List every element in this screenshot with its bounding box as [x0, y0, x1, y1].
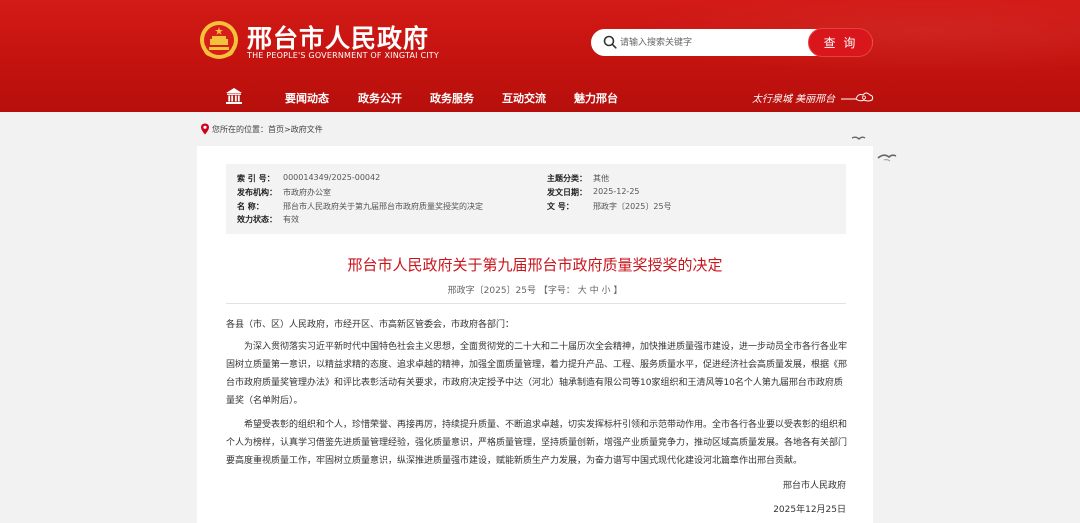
nav-item-news[interactable]: 要闻动态	[285, 90, 329, 106]
document-title: 邢台市人民政府关于第九届邢台市政府质量奖授奖的决定	[347, 256, 723, 274]
meta-name-label: 名 称：	[237, 202, 264, 211]
meta-name-value: 邢台市人民政府关于第九届邢台市政府质量奖授奖的决定	[283, 202, 483, 211]
document-sign-date: 2025年12月25日	[773, 505, 846, 515]
document-salutation: 各县（市、区）人民政府，市经开区、市高新区管委会，市政府各部门：	[226, 320, 515, 330]
cloud-ornament-icon	[841, 92, 874, 102]
search-icon	[603, 35, 617, 49]
home-icon[interactable]	[225, 87, 243, 105]
meta-status-label: 效力状态：	[237, 215, 277, 224]
city-slogan: 太行泉城 美丽邢台	[752, 94, 836, 105]
meta-org-value: 市政府办公室	[283, 188, 331, 197]
national-emblem-icon	[200, 21, 238, 59]
nav-item-charm-xingtai[interactable]: 魅力邢台	[574, 90, 618, 106]
site-title[interactable]: 邢台市人民政府	[247, 19, 429, 55]
meta-status-value: 有效	[283, 215, 299, 224]
divider	[226, 303, 846, 304]
meta-index-label: 索 引 号：	[237, 174, 275, 183]
meta-docno-value: 邢政字〔2025〕25号	[593, 202, 672, 211]
breadcrumb: 您所在的位置：首页>政府文件	[212, 124, 323, 135]
bird-decoration-icon	[851, 136, 897, 162]
breadcrumb-prefix: 您所在的位置：	[212, 125, 268, 134]
nav-item-public-affairs[interactable]: 政务公开	[358, 90, 402, 106]
search-input[interactable]	[620, 32, 800, 53]
search-button[interactable]: 查 询	[808, 28, 873, 57]
meta-category-value: 其他	[593, 174, 609, 183]
meta-category-label: 主题分类：	[547, 174, 587, 183]
document-paragraph-2: 希望受表彰的组织和个人，珍惜荣誉、再接再厉，持续提升质量、不断追求卓越，切实发挥…	[226, 420, 848, 466]
document-number-line: 邢政字〔2025〕25号 【字号： 大 中 小 】	[447, 286, 623, 296]
nav-item-services[interactable]: 政务服务	[430, 90, 474, 106]
meta-org-label: 发布机构：	[237, 188, 277, 197]
meta-date-value: 2025-12-25	[593, 187, 640, 196]
meta-docno-label: 文 号：	[547, 202, 574, 211]
document-signer: 邢台市人民政府	[782, 481, 846, 491]
meta-date-label: 发文日期：	[547, 188, 587, 197]
document-paragraph-1: 为深入贯彻落实习近平新时代中国特色社会主义思想，全面贯彻党的二十大和二十届历次全…	[226, 342, 848, 406]
meta-index-value: 000014349/2025-00042	[283, 173, 381, 182]
site-subtitle: THE PEOPLE'S GOVERNMENT OF XINGTAI CITY	[247, 51, 439, 60]
breadcrumb-path[interactable]: 首页>政府文件	[268, 125, 323, 134]
nav-item-interaction[interactable]: 互动交流	[502, 90, 546, 106]
location-pin-icon	[201, 123, 209, 135]
